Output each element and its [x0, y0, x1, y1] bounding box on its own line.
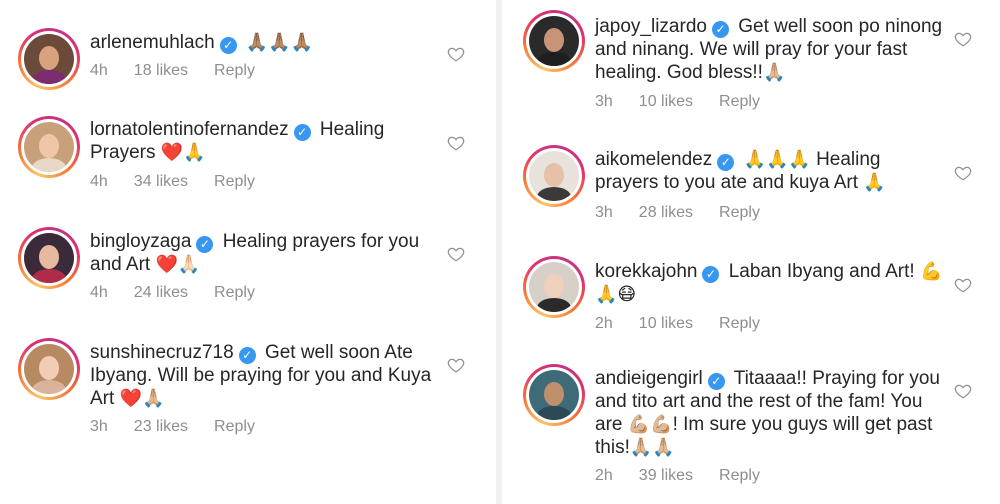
comment-time: 2h	[595, 467, 613, 484]
comment-emoji: ❤️🙏	[160, 142, 206, 163]
comment-time: 2h	[595, 315, 613, 332]
avatar[interactable]	[523, 256, 585, 318]
username[interactable]: arlenemuhlach	[90, 32, 215, 53]
verified-badge-icon: ✓	[196, 236, 214, 253]
verified-badge-icon: ✓	[717, 154, 735, 171]
like-count[interactable]: 34 likes	[134, 173, 188, 190]
left-comments-panel: arlenemuhlach ✓ 🙏🏽🙏🏽🙏🏽 4h 18 likes Reply lo…	[0, 0, 493, 504]
username[interactable]: lornatolentinofernandez	[90, 119, 289, 140]
avatar[interactable]	[523, 364, 585, 426]
verified-badge-icon: ✓	[293, 124, 311, 141]
panel-divider	[496, 0, 502, 504]
comment-time: 4h	[90, 284, 108, 301]
like-count[interactable]: 18 likes	[134, 62, 188, 79]
reply-button[interactable]: Reply	[719, 93, 760, 110]
reply-button[interactable]: Reply	[214, 284, 255, 301]
heart-outline-icon[interactable]	[447, 45, 465, 63]
reply-button[interactable]: Reply	[719, 204, 760, 221]
heart-outline-icon[interactable]	[447, 245, 465, 263]
comment-time: 3h	[595, 204, 613, 221]
username[interactable]: aikomelendez	[595, 149, 712, 170]
comment-time: 3h	[595, 93, 613, 110]
username[interactable]: bingloyzaga	[90, 231, 191, 252]
verified-badge-icon: ✓	[711, 21, 729, 38]
comment-emoji-mid: 💪🏼💪🏼	[627, 414, 673, 435]
avatar[interactable]	[18, 28, 80, 90]
reply-button[interactable]: Reply	[214, 418, 255, 435]
heart-outline-icon[interactable]	[954, 164, 972, 182]
heart-outline-icon[interactable]	[954, 30, 972, 48]
heart-outline-icon[interactable]	[954, 382, 972, 400]
like-count[interactable]: 28 likes	[639, 204, 693, 221]
comment-emoji: ❤️🙏🏼	[119, 388, 165, 409]
reply-button[interactable]: Reply	[214, 173, 255, 190]
verified-badge-icon: ✓	[707, 373, 725, 390]
comment-time: 4h	[90, 173, 108, 190]
avatar[interactable]	[523, 145, 585, 207]
reply-button[interactable]: Reply	[719, 467, 760, 484]
verified-badge-icon: ✓	[238, 347, 256, 364]
verified-badge-icon: ✓	[702, 266, 720, 283]
heart-outline-icon[interactable]	[447, 356, 465, 374]
comment-emoji: 🙏🏼🙏🏼	[629, 437, 675, 458]
like-count[interactable]: 23 likes	[134, 418, 188, 435]
username[interactable]: andieigengirl	[595, 368, 703, 389]
username[interactable]: sunshinecruz718	[90, 342, 234, 363]
like-count[interactable]: 10 likes	[639, 315, 693, 332]
comment-emoji: 🙏🏽🙏🏽🙏🏽	[245, 32, 314, 53]
avatar[interactable]	[523, 10, 585, 72]
comment-emoji: ❤️🙏🏻	[155, 254, 201, 275]
comment-emoji: 🙏	[863, 172, 886, 193]
verified-badge-icon: ✓	[219, 37, 237, 54]
right-comments-panel: japoy_lizardo ✓ Get well soon po ninong a…	[505, 0, 1000, 504]
comment-time: 3h	[90, 418, 108, 435]
avatar[interactable]	[18, 227, 80, 289]
username[interactable]: korekkajohn	[595, 261, 697, 282]
comment-emoji: 🙏🏼	[762, 62, 786, 83]
like-count[interactable]: 10 likes	[639, 93, 693, 110]
heart-outline-icon[interactable]	[954, 276, 972, 294]
reply-button[interactable]: Reply	[719, 315, 760, 332]
like-count[interactable]: 24 likes	[134, 284, 188, 301]
comment-time: 4h	[90, 62, 108, 79]
avatar[interactable]	[18, 338, 80, 400]
heart-outline-icon[interactable]	[447, 134, 465, 152]
comment-text: Laban Ibyang and Art!	[728, 261, 915, 282]
avatar[interactable]	[18, 116, 80, 178]
like-count[interactable]: 39 likes	[639, 467, 693, 484]
comment-emoji-prefix: 🙏🙏🙏	[743, 149, 811, 170]
reply-button[interactable]: Reply	[214, 62, 255, 79]
username[interactable]: japoy_lizardo	[595, 16, 707, 37]
